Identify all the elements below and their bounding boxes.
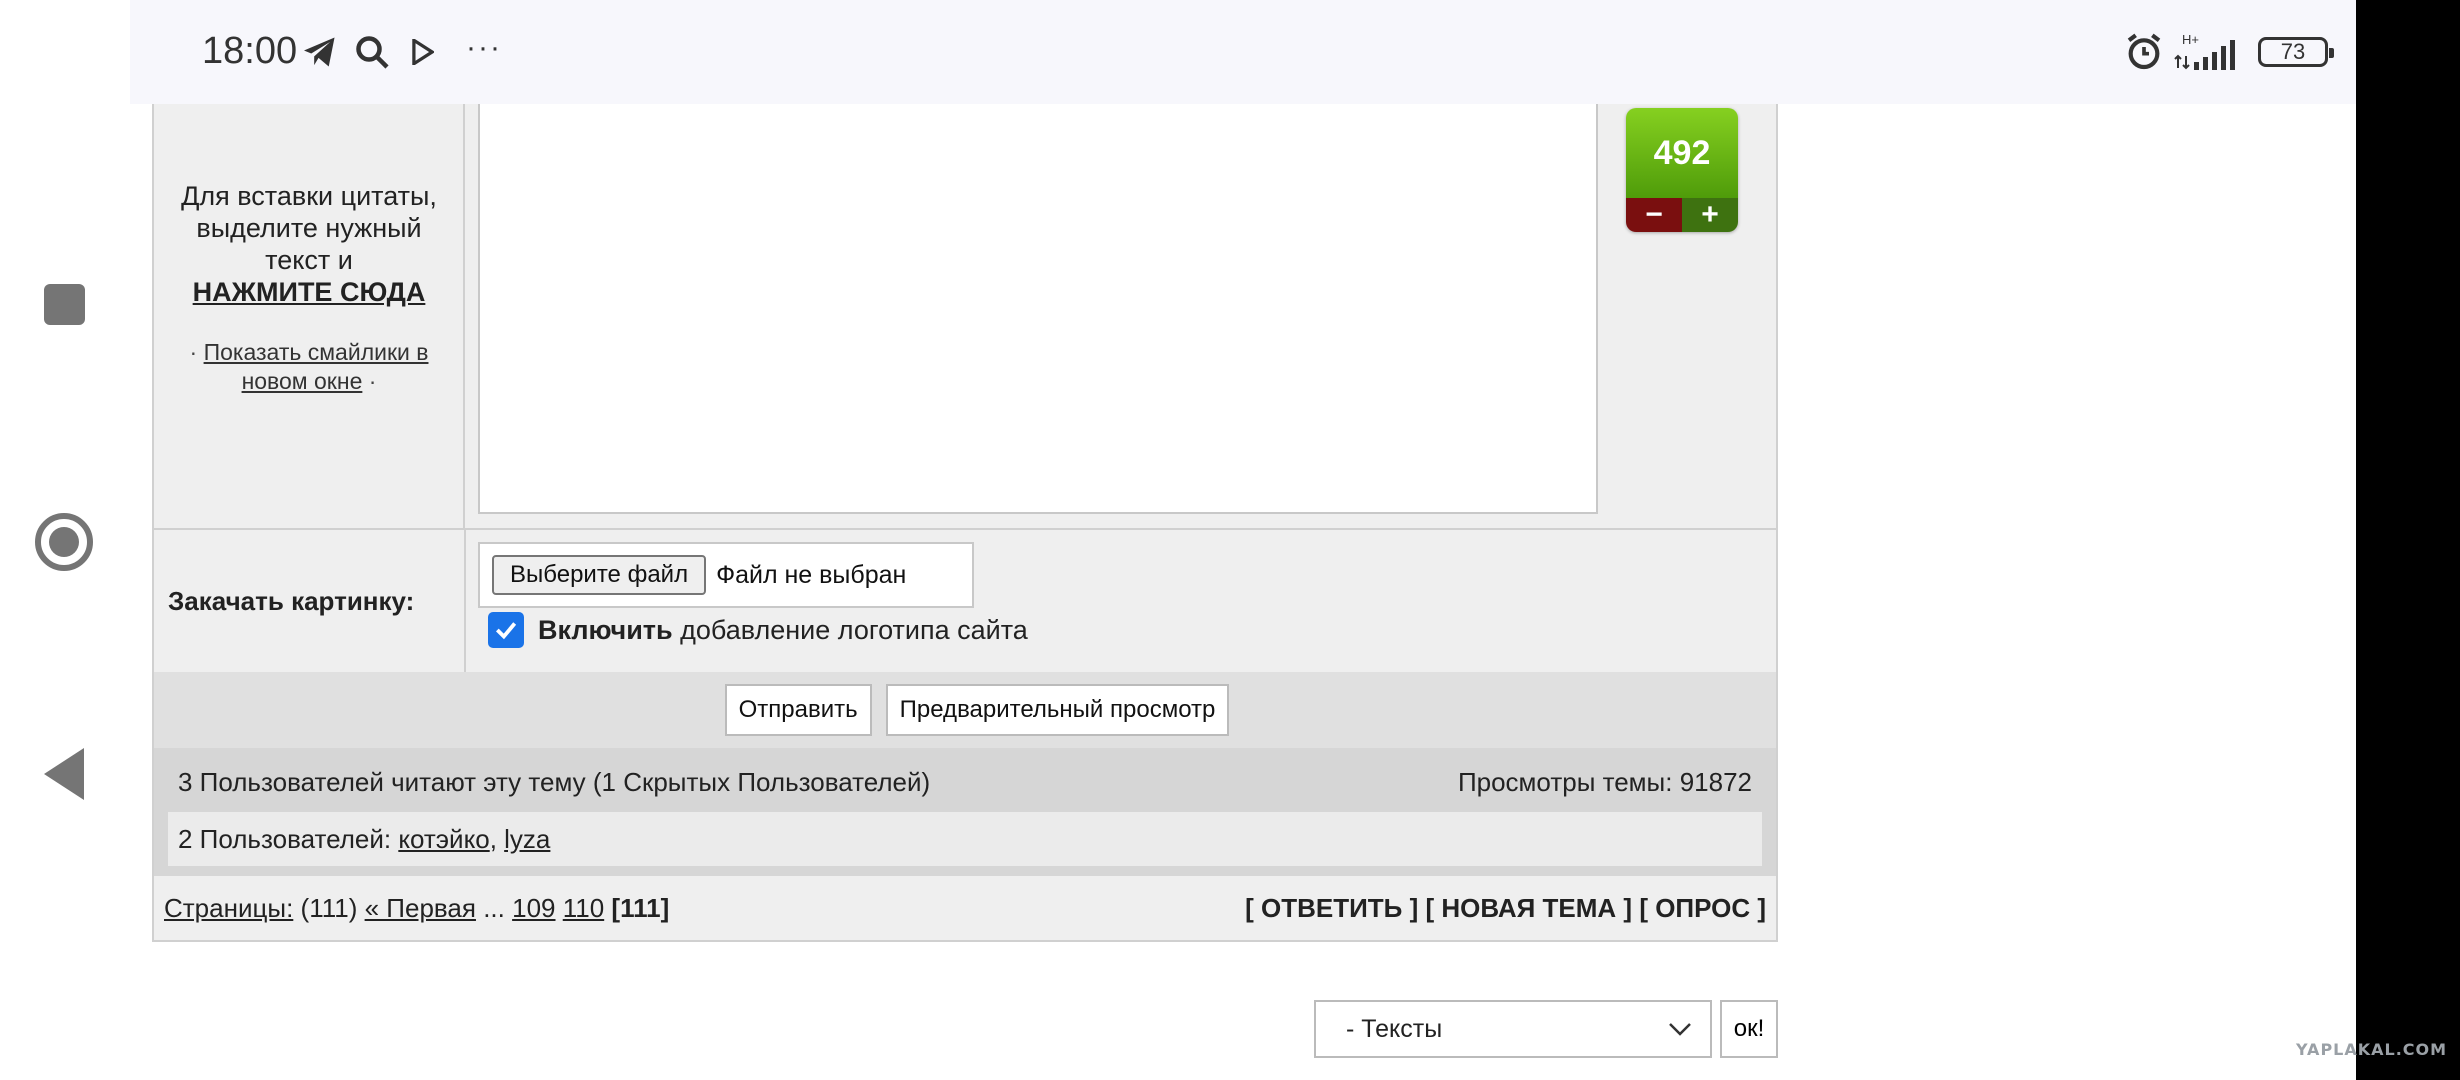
user-link[interactable]: lyza [504,824,550,855]
topic-actions: [ ОТВЕТИТЬ ] [ НОВАЯ ТЕМА ] [ ОПРОС ] [1245,893,1766,924]
pages-ellipsis: ... [483,892,505,923]
editor-row: Для вставки цитаты, выделите нужный текс… [152,104,1778,530]
quote-hint-text: Для вставки цитаты, выделите нужный текс… [181,181,437,275]
file-input[interactable]: Выберите файл Файл не выбран [478,542,974,608]
telegram-icon [300,30,340,74]
navigation-bar [0,0,130,1080]
recents-button[interactable] [44,284,85,325]
first-page-link[interactable]: « Первая [365,893,476,923]
rate-plus-button[interactable]: + [1682,198,1738,232]
ok-button[interactable]: ок! [1720,1000,1778,1058]
signal-icon: H+ [2174,30,2244,74]
right-edge-bar [2356,0,2460,1080]
quote-hint: Для вставки цитаты, выделите нужный текс… [166,180,452,308]
choose-file-button[interactable]: Выберите файл [492,555,707,595]
page-link-109[interactable]: 109 [512,893,555,923]
home-button[interactable] [35,513,93,571]
rate-minus-button[interactable]: − [1626,198,1682,232]
forum-select-value: - Тексты [1346,1014,1443,1043]
upload-label: Закачать картинку: [168,530,466,672]
reply-button[interactable]: [ ОТВЕТИТЬ ] [1245,893,1418,923]
readers-block: 3 Пользователей читают эту тему (1 Скрыт… [152,748,1778,876]
readers-summary-row: 3 Пользователей читают эту тему (1 Скрыт… [168,760,1762,804]
watermark: YAPLAKAL.COM [2296,1040,2448,1059]
pagination-row: Страницы: (111) « Первая ... 109 110 [11… [152,876,1778,942]
editor-sidebar: Для вставки цитаты, выделите нужный текс… [154,104,465,528]
network-type: H+ [2182,32,2199,47]
logo-checkbox[interactable] [488,612,524,648]
show-smiles-link[interactable]: Показать смайлики в новом окне [204,339,429,394]
search-icon [352,30,392,74]
reply-form: Для вставки цитаты, выделите нужный текс… [152,104,1778,942]
logo-option: Включить добавление логотипа сайта [488,612,1028,648]
submit-row: Отправить Предварительный просмотр [152,672,1778,748]
rating-buttons: − + [1626,198,1738,232]
quote-insert-link[interactable]: НАЖМИТЕ СЮДА [193,277,426,307]
user-list: 2 Пользователей: котэйко, lyza [168,812,1762,866]
alarm-icon [2122,30,2166,74]
chevron-down-icon [1669,1023,1691,1036]
message-textarea[interactable] [478,104,1598,514]
current-page: [111] [611,892,670,923]
smiles-prefix: · [189,339,198,365]
battery-indicator: 73 [2258,37,2334,67]
smiles-hint: · Показать смайлики в новом окне · [166,338,452,396]
preview-button[interactable]: Предварительный просмотр [885,684,1230,736]
page-link-110[interactable]: 110 [563,893,604,923]
status-bar: 18:00 ··· H+ 73 [130,0,2356,104]
play-store-icon [408,30,438,74]
rating-widget: 492 − + [1626,108,1738,232]
smiles-suffix: · [368,368,377,394]
pages-total: (111) [300,892,358,923]
file-status: Файл не выбран [716,560,907,589]
new-topic-button[interactable]: [ НОВАЯ ТЕМА ] [1425,893,1632,923]
upload-row: Закачать картинку: Выберите файл Файл не… [152,530,1778,672]
status-time: 18:00 [202,30,298,72]
more-icon: ··· [466,31,502,64]
user-link[interactable]: котэйко [398,824,489,855]
logo-option-text: добавление логотипа сайта [680,614,1028,645]
forum-jump: - Тексты ок! [1314,1000,1778,1058]
checkmark-icon [495,622,517,640]
readers-summary: 3 Пользователей читают эту тему (1 Скрыт… [178,766,931,797]
topic-views: Просмотры темы: 91872 [1457,766,1752,797]
back-button[interactable] [44,748,84,800]
rating-value: 492 [1626,108,1738,198]
send-button[interactable]: Отправить [724,684,872,736]
pages-label-link[interactable]: Страницы: [164,893,293,923]
forum-select[interactable]: - Тексты [1314,1000,1712,1058]
poll-button[interactable]: [ ОПРОС ] [1639,893,1766,923]
pagination: Страницы: (111) « Первая ... 109 110 [11… [164,893,669,924]
users-prefix: 2 Пользователей: [178,823,392,854]
logo-option-bold: Включить [538,614,673,645]
